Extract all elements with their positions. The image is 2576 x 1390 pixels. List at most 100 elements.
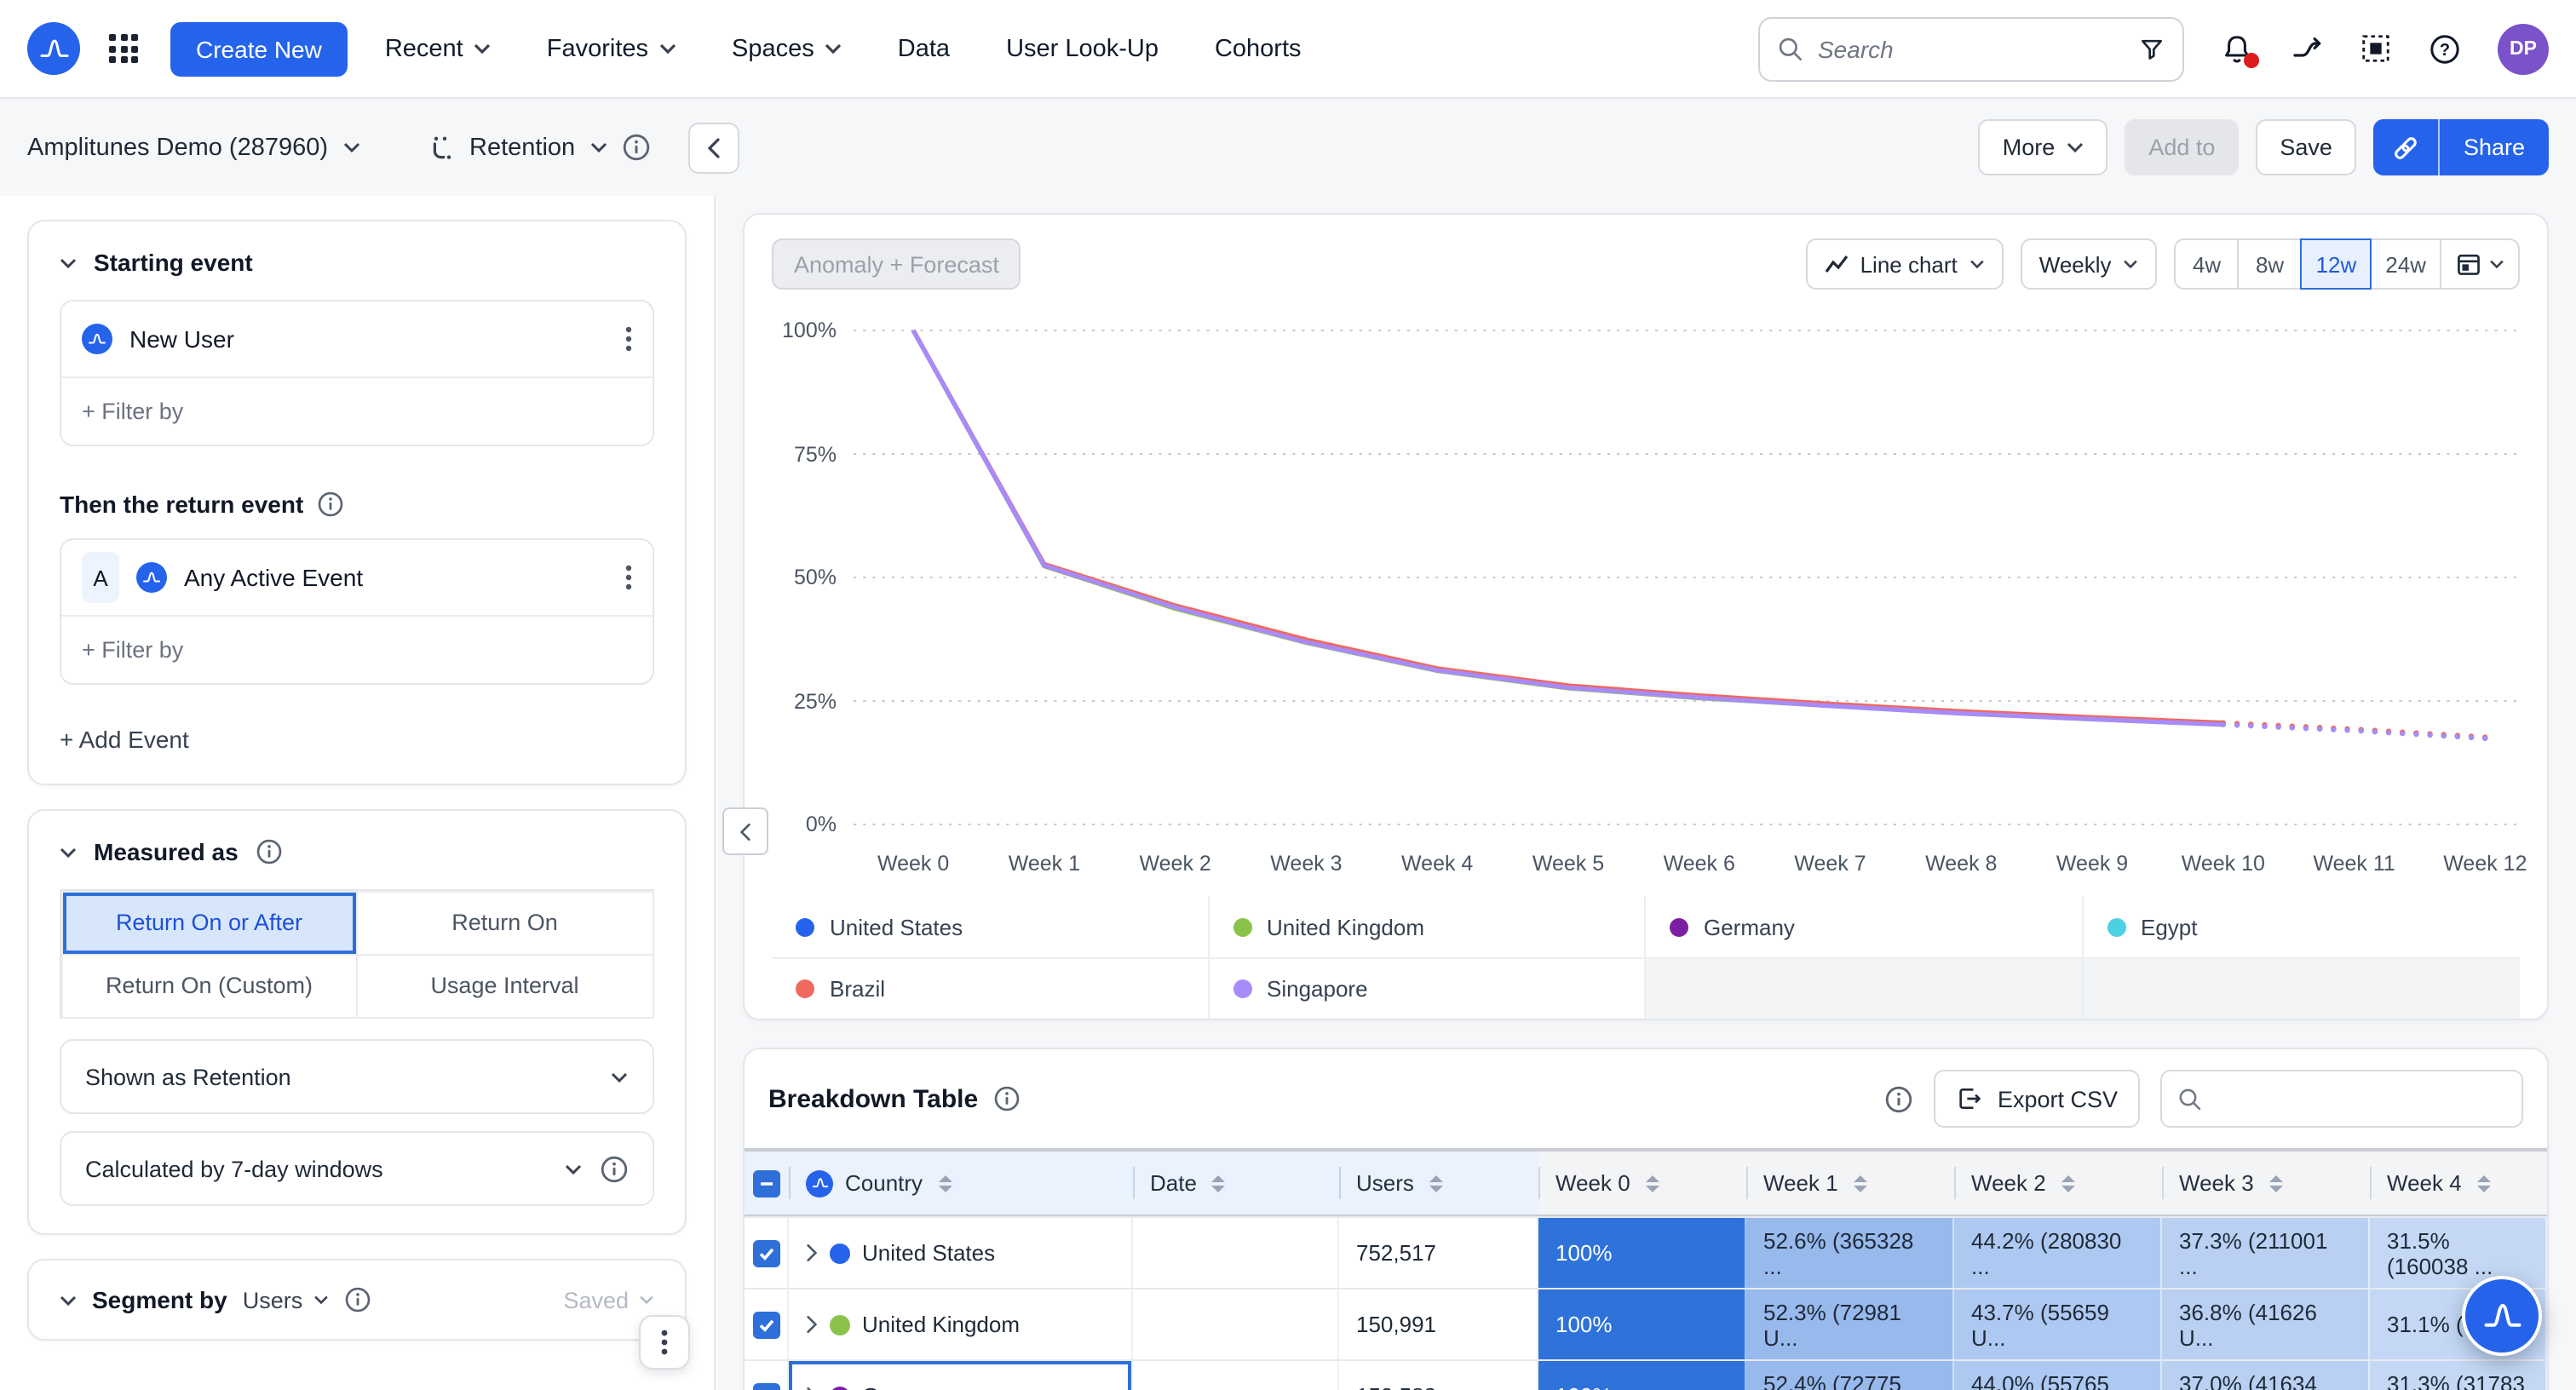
chart-type-select[interactable]: Line chart: [1806, 238, 2004, 290]
column-header-week4[interactable]: Week 4: [2370, 1152, 2547, 1215]
collapse-panel-button[interactable]: [687, 122, 739, 173]
option-return-on-or-after[interactable]: Return On or After: [60, 890, 358, 955]
filter-by-button[interactable]: + Filter by: [61, 376, 653, 445]
row-checkbox[interactable]: [752, 1311, 779, 1338]
sort-icon[interactable]: [1212, 1175, 1226, 1192]
info-icon[interactable]: [256, 838, 283, 865]
week0-cell[interactable]: 100%: [1538, 1289, 1746, 1359]
select-all-checkbox[interactable]: [753, 1169, 780, 1197]
granularity-select[interactable]: Weekly: [2021, 238, 2158, 290]
kebab-icon[interactable]: [625, 325, 632, 353]
filter-icon[interactable]: [2138, 35, 2165, 62]
starting-event-header[interactable]: Starting event: [29, 221, 685, 290]
saved-segment-selector[interactable]: Saved: [563, 1287, 654, 1312]
add-to-button[interactable]: Add to: [2125, 119, 2239, 175]
anomaly-forecast-button[interactable]: Anomaly + Forecast: [772, 238, 1021, 290]
week3-cell[interactable]: 36.8% (41626 U...: [2162, 1289, 2370, 1359]
nav-item-data[interactable]: Data: [898, 35, 950, 62]
search-input[interactable]: [1818, 35, 2125, 62]
sort-icon[interactable]: [2061, 1175, 2075, 1192]
range-12w-button[interactable]: 12w: [2301, 238, 2372, 290]
sort-icon[interactable]: [1429, 1175, 1443, 1192]
table-search-input[interactable]: [2215, 1086, 2506, 1111]
week2-cell[interactable]: 44.2% (280830 ...: [1954, 1218, 2162, 1288]
week4-cell[interactable]: 31.3% (31783 U...: [2370, 1361, 2547, 1390]
kebab-icon[interactable]: [625, 564, 632, 591]
measured-as-header[interactable]: Measured as: [29, 811, 685, 879]
info-icon[interactable]: [600, 1154, 629, 1183]
pathfinder-icon[interactable]: [2290, 32, 2324, 66]
apps-grid-icon[interactable]: [109, 34, 138, 63]
legend-item-brazil[interactable]: Brazil: [772, 957, 1209, 1019]
starting-event-row[interactable]: New User: [61, 302, 653, 376]
share-button[interactable]: Share: [2438, 119, 2549, 175]
info-icon[interactable]: [993, 1085, 1021, 1112]
week2-cell[interactable]: 43.7% (55659 U...: [1954, 1289, 2162, 1359]
option-usage-interval[interactable]: Usage Interval: [356, 953, 653, 1018]
create-new-button[interactable]: Create New: [170, 21, 348, 76]
nav-item-recent[interactable]: Recent: [385, 35, 491, 62]
add-event-button[interactable]: + Add Event: [29, 709, 685, 784]
week1-cell[interactable]: 52.6% (365328 ...: [1746, 1218, 1954, 1288]
week2-cell[interactable]: 44.0% (55765 U...: [1954, 1361, 2162, 1390]
option-return-on-custom[interactable]: Return On (Custom): [60, 953, 358, 1018]
info-icon[interactable]: [343, 1286, 371, 1313]
range-8w-button[interactable]: 8w: [2238, 238, 2303, 290]
chevron-down-icon[interactable]: [60, 1294, 77, 1306]
panel-more-options-button[interactable]: [639, 1315, 690, 1370]
column-header-week2[interactable]: Week 2: [1954, 1152, 2162, 1215]
info-icon[interactable]: [621, 133, 650, 162]
nav-item-user-look-up[interactable]: User Look-Up: [1006, 35, 1159, 62]
column-header-users[interactable]: Users: [1339, 1152, 1538, 1215]
week1-cell[interactable]: 52.4% (72775 U...: [1746, 1361, 1954, 1390]
help-icon[interactable]: ?: [2428, 32, 2462, 66]
shown-as-select[interactable]: Shown as Retention: [60, 1039, 654, 1114]
amplitude-logo[interactable]: [27, 22, 80, 75]
nav-item-favorites[interactable]: Favorites: [547, 35, 676, 62]
column-header-week3[interactable]: Week 3: [2162, 1152, 2370, 1215]
copy-link-button[interactable]: [2373, 119, 2438, 175]
expand-row-icon[interactable]: [806, 1387, 818, 1390]
range-24w-button[interactable]: 24w: [2370, 238, 2441, 290]
week3-cell[interactable]: 37.0% (41634 U...: [2162, 1361, 2370, 1390]
legend-item-united-states[interactable]: United States: [772, 896, 1209, 957]
country-cell[interactable]: United States: [789, 1218, 1133, 1288]
calculated-by-select[interactable]: Calculated by 7-day windows: [60, 1131, 654, 1206]
info-icon[interactable]: [317, 491, 344, 518]
column-header-week0[interactable]: Week 0: [1538, 1152, 1746, 1215]
country-cell[interactable]: Germany: [789, 1361, 1133, 1390]
more-button[interactable]: More: [1979, 119, 2108, 175]
legend-item-united-kingdom[interactable]: United Kingdom: [1209, 896, 1646, 957]
nav-item-spaces[interactable]: Spaces: [732, 35, 842, 62]
scroll-weeks-left-button[interactable]: [722, 807, 768, 855]
sort-icon[interactable]: [1854, 1175, 1867, 1192]
expand-row-icon[interactable]: [806, 1315, 818, 1334]
row-checkbox[interactable]: [752, 1239, 779, 1267]
column-header-country[interactable]: Country: [789, 1152, 1133, 1215]
save-button[interactable]: Save: [2256, 119, 2356, 175]
project-selector[interactable]: Amplitunes Demo (287960): [27, 134, 360, 161]
option-return-on[interactable]: Return On: [356, 890, 653, 955]
sort-icon[interactable]: [1646, 1175, 1659, 1192]
amplitude-assistant-button[interactable]: [2462, 1276, 2542, 1356]
custom-date-range-button[interactable]: [2440, 238, 2520, 290]
session-replay-frame-icon[interactable]: [2360, 32, 2392, 65]
sort-icon[interactable]: [938, 1175, 952, 1192]
sort-icon[interactable]: [2477, 1175, 2491, 1192]
week0-cell[interactable]: 100%: [1538, 1218, 1746, 1288]
column-header-week1[interactable]: Week 1: [1746, 1152, 1954, 1215]
legend-item-germany[interactable]: Germany: [1646, 896, 2083, 957]
week1-cell[interactable]: 52.3% (72981 U...: [1746, 1289, 1954, 1359]
week3-cell[interactable]: 37.3% (211001 ...: [2162, 1218, 2370, 1288]
filter-by-button[interactable]: + Filter by: [61, 615, 653, 683]
segment-mode-selector[interactable]: Users: [243, 1287, 329, 1312]
notifications-bell-icon[interactable]: [2220, 32, 2254, 66]
expand-row-icon[interactable]: [806, 1244, 818, 1262]
legend-item-singapore[interactable]: Singapore: [1209, 957, 1646, 1019]
range-4w-button[interactable]: 4w: [2175, 238, 2240, 290]
user-avatar[interactable]: DP: [2498, 23, 2549, 74]
info-icon[interactable]: [1885, 1084, 1914, 1113]
export-csv-button[interactable]: Export CSV: [1935, 1070, 2140, 1128]
week0-cell[interactable]: 100%: [1538, 1361, 1746, 1390]
country-cell[interactable]: United Kingdom: [789, 1289, 1133, 1359]
